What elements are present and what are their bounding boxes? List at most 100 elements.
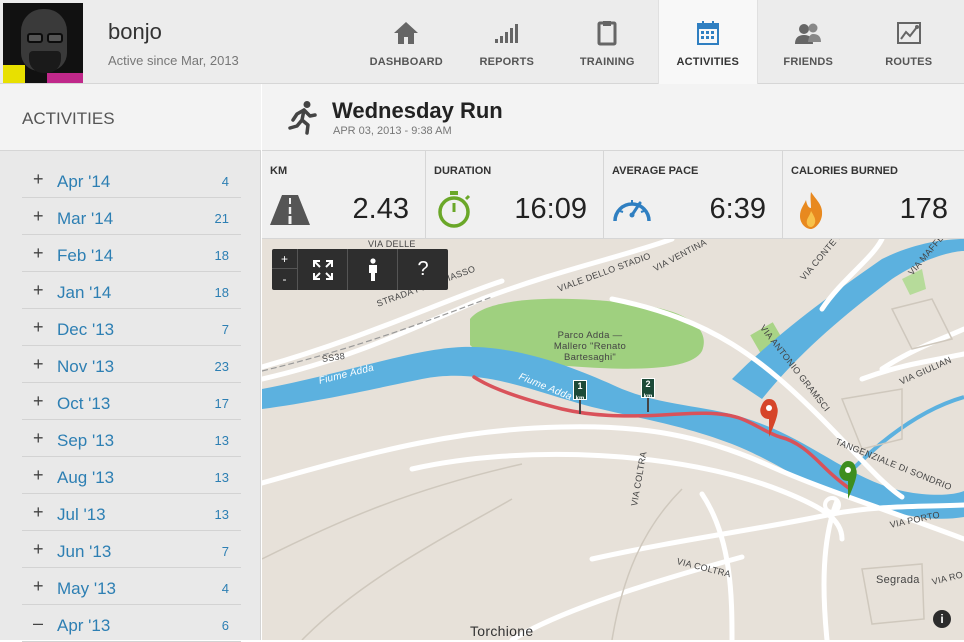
tab-activities-label: ACTIVITIES — [676, 56, 739, 68]
person-icon — [368, 257, 377, 281]
month-label[interactable]: Aug '13 — [57, 468, 114, 488]
month-list: + Apr '14 4 + Mar '14 21 + Feb '14 18 + Jan '14 18 +… — [22, 161, 241, 642]
month-count: 13 — [214, 507, 229, 522]
stat-pace-value: 6:39 — [709, 193, 766, 225]
expand-toggle-icon[interactable]: + — [33, 465, 44, 486]
tab-activities[interactable]: ACTIVITIES — [657, 0, 758, 85]
sidebar-month-item[interactable]: + Aug '13 13 — [22, 457, 241, 494]
map-toolbar: + - ? — [272, 249, 448, 290]
flame-icon — [800, 192, 823, 229]
stat-duration-label: DURATION — [434, 165, 492, 177]
stat-distance-label: KM — [270, 165, 288, 177]
stat-calories-value: 178 — [899, 193, 948, 225]
sidebar: ACTIVITIES + Apr '14 4 + Mar '14 21 + Feb '14 18… — [0, 84, 261, 642]
sidebar-month-item[interactable]: + Nov '13 23 — [22, 346, 241, 383]
runner-icon — [288, 101, 317, 135]
stat-calories: CALORIES BURNED 178 — [783, 151, 964, 239]
month-label[interactable]: Oct '13 — [57, 394, 110, 414]
stat-distance-value: 2.43 — [352, 193, 409, 225]
month-label[interactable]: Apr '13 — [57, 616, 110, 636]
month-count: 7 — [221, 544, 229, 559]
sidebar-month-item[interactable]: + Feb '14 18 — [22, 235, 241, 272]
user-name[interactable]: bonjo — [108, 19, 162, 45]
expand-toggle-icon[interactable]: + — [33, 243, 44, 264]
tab-routes[interactable]: ROUTES — [859, 0, 960, 84]
road-icon — [270, 195, 310, 225]
expand-toggle-icon[interactable]: + — [33, 280, 44, 301]
zoom-out-button[interactable]: - — [272, 269, 297, 289]
km-marker-2-label: 2 km — [641, 378, 655, 400]
sidebar-month-item[interactable]: – Apr '13 6 — [22, 605, 241, 642]
sidebar-month-item[interactable]: + Jun '13 7 — [22, 531, 241, 568]
month-label[interactable]: Jun '13 — [57, 542, 111, 562]
month-label[interactable]: Jan '14 — [57, 283, 111, 303]
km-marker-2[interactable]: 2 km — [641, 378, 657, 412]
label-torchione: Torchione — [470, 623, 534, 639]
zoom-controls: + - — [272, 249, 298, 290]
activity-header: Wednesday Run APR 03, 2013 - 9:38 AM — [262, 84, 964, 151]
tab-friends-label: FRIENDS — [783, 56, 834, 68]
stat-duration-value: 16:09 — [514, 193, 587, 225]
month-label[interactable]: Feb '14 — [57, 246, 113, 266]
tab-dashboard[interactable]: DASHBOARD — [356, 0, 457, 84]
month-count: 13 — [214, 470, 229, 485]
stat-duration: DURATION 16:09 — [426, 151, 604, 239]
month-count: 17 — [214, 396, 229, 411]
sidebar-month-item[interactable]: + Apr '14 4 — [22, 161, 241, 198]
month-label[interactable]: Dec '13 — [57, 320, 114, 340]
zoom-in-button[interactable]: + — [272, 249, 297, 269]
month-count: 18 — [214, 285, 229, 300]
expand-toggle-icon[interactable]: + — [33, 169, 44, 190]
month-label[interactable]: Apr '14 — [57, 172, 110, 192]
expand-toggle-icon[interactable]: – — [33, 613, 43, 634]
tab-training-label: TRAINING — [579, 56, 635, 68]
month-count: 4 — [221, 174, 229, 189]
activity-title: Wednesday Run — [332, 98, 503, 123]
tab-friends[interactable]: FRIENDS — [758, 0, 859, 84]
sidebar-title: ACTIVITIES — [0, 84, 261, 151]
month-count: 6 — [221, 618, 229, 633]
route-map-icon — [896, 22, 921, 44]
label-segrada: Segrada — [876, 574, 920, 586]
month-label[interactable]: Mar '14 — [57, 209, 113, 229]
street-view-button[interactable] — [348, 249, 398, 290]
sidebar-month-item[interactable]: + Sep '13 13 — [22, 420, 241, 457]
sidebar-month-item[interactable]: + Oct '13 17 — [22, 383, 241, 420]
expand-toggle-icon[interactable]: + — [33, 576, 44, 597]
fullscreen-button[interactable] — [298, 249, 348, 290]
expand-toggle-icon[interactable]: + — [33, 317, 44, 338]
sidebar-month-item[interactable]: + Jul '13 13 — [22, 494, 241, 531]
main-nav: DASHBOARD REPORTS TRAINING ACTIVITIES FR… — [356, 0, 960, 85]
expand-toggle-icon[interactable]: + — [33, 539, 44, 560]
map-canvas — [262, 239, 964, 640]
month-label[interactable]: Nov '13 — [57, 357, 114, 377]
calendar-icon — [696, 21, 719, 45]
sidebar-month-item[interactable]: + Jan '14 18 — [22, 272, 241, 309]
month-label[interactable]: Jul '13 — [57, 505, 106, 525]
info-button[interactable]: i — [933, 610, 951, 628]
sidebar-month-item[interactable]: + Mar '14 21 — [22, 198, 241, 235]
home-icon — [394, 22, 419, 44]
tab-reports[interactable]: REPORTS — [457, 0, 558, 84]
month-label[interactable]: Sep '13 — [57, 431, 114, 451]
expand-toggle-icon[interactable]: + — [33, 354, 44, 375]
fullscreen-icon — [312, 259, 333, 280]
sidebar-month-item[interactable]: + May '13 4 — [22, 568, 241, 605]
expand-toggle-icon[interactable]: + — [33, 428, 44, 449]
expand-toggle-icon[interactable]: + — [33, 391, 44, 412]
month-count: 4 — [221, 581, 229, 596]
month-count: 13 — [214, 433, 229, 448]
km-marker-1[interactable]: 1 km — [573, 380, 589, 414]
tab-reports-label: REPORTS — [479, 56, 535, 68]
park-label: Parco Adda — Mallero "Renato Bartesaghi" — [553, 330, 627, 363]
avatar[interactable] — [3, 3, 83, 83]
expand-toggle-icon[interactable]: + — [33, 502, 44, 523]
expand-toggle-icon[interactable]: + — [33, 206, 44, 227]
clipboard-icon — [597, 21, 617, 46]
month-label[interactable]: May '13 — [57, 579, 116, 599]
tab-training[interactable]: TRAINING — [557, 0, 658, 84]
route-map[interactable]: 1 km 2 km Parco Adda — Mallero "Renato Bar… — [262, 239, 964, 640]
sidebar-month-item[interactable]: + Dec '13 7 — [22, 309, 241, 346]
help-button[interactable]: ? — [398, 249, 448, 290]
month-count: 21 — [214, 211, 229, 226]
